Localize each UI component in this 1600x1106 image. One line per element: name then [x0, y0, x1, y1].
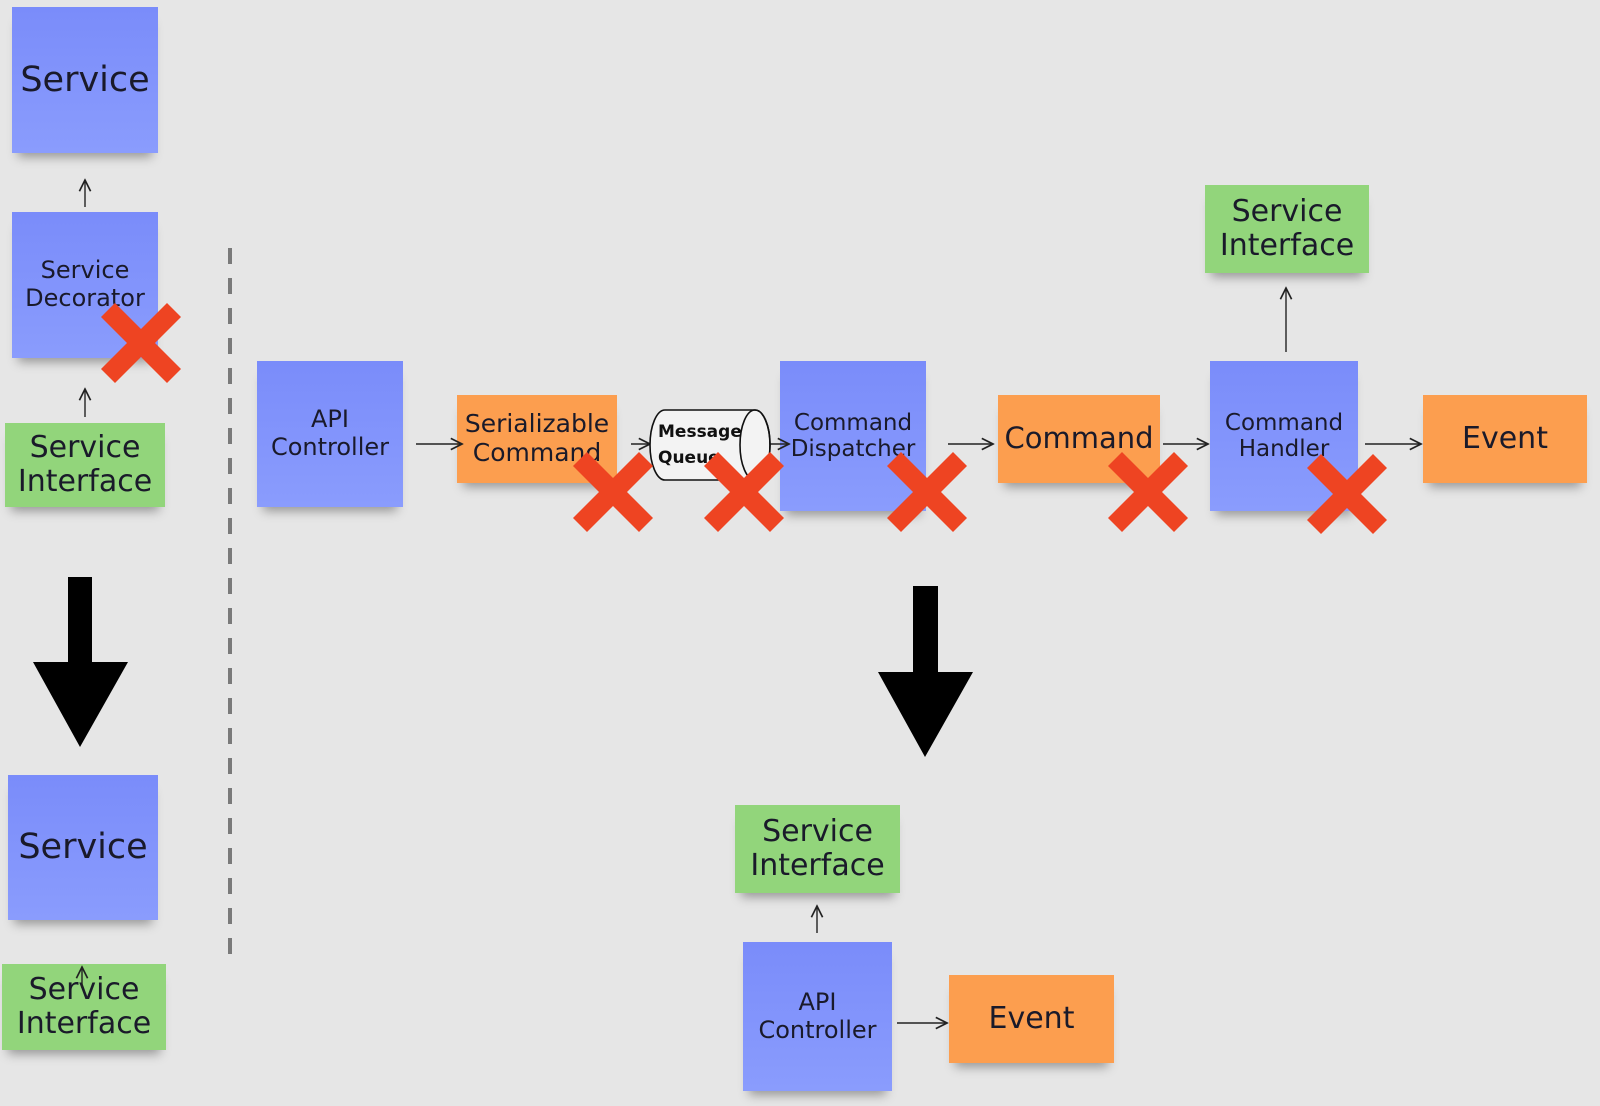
- cross-icon-queue: [704, 452, 784, 532]
- cross-icon-dispatcher: [887, 452, 967, 532]
- cross-icon-command: [1108, 452, 1188, 532]
- cross-icon-serializable: [573, 452, 653, 532]
- cross-icon-handler: [1307, 454, 1387, 534]
- cross-icon-decorator: [101, 303, 181, 383]
- crosses-layer: [101, 303, 1387, 534]
